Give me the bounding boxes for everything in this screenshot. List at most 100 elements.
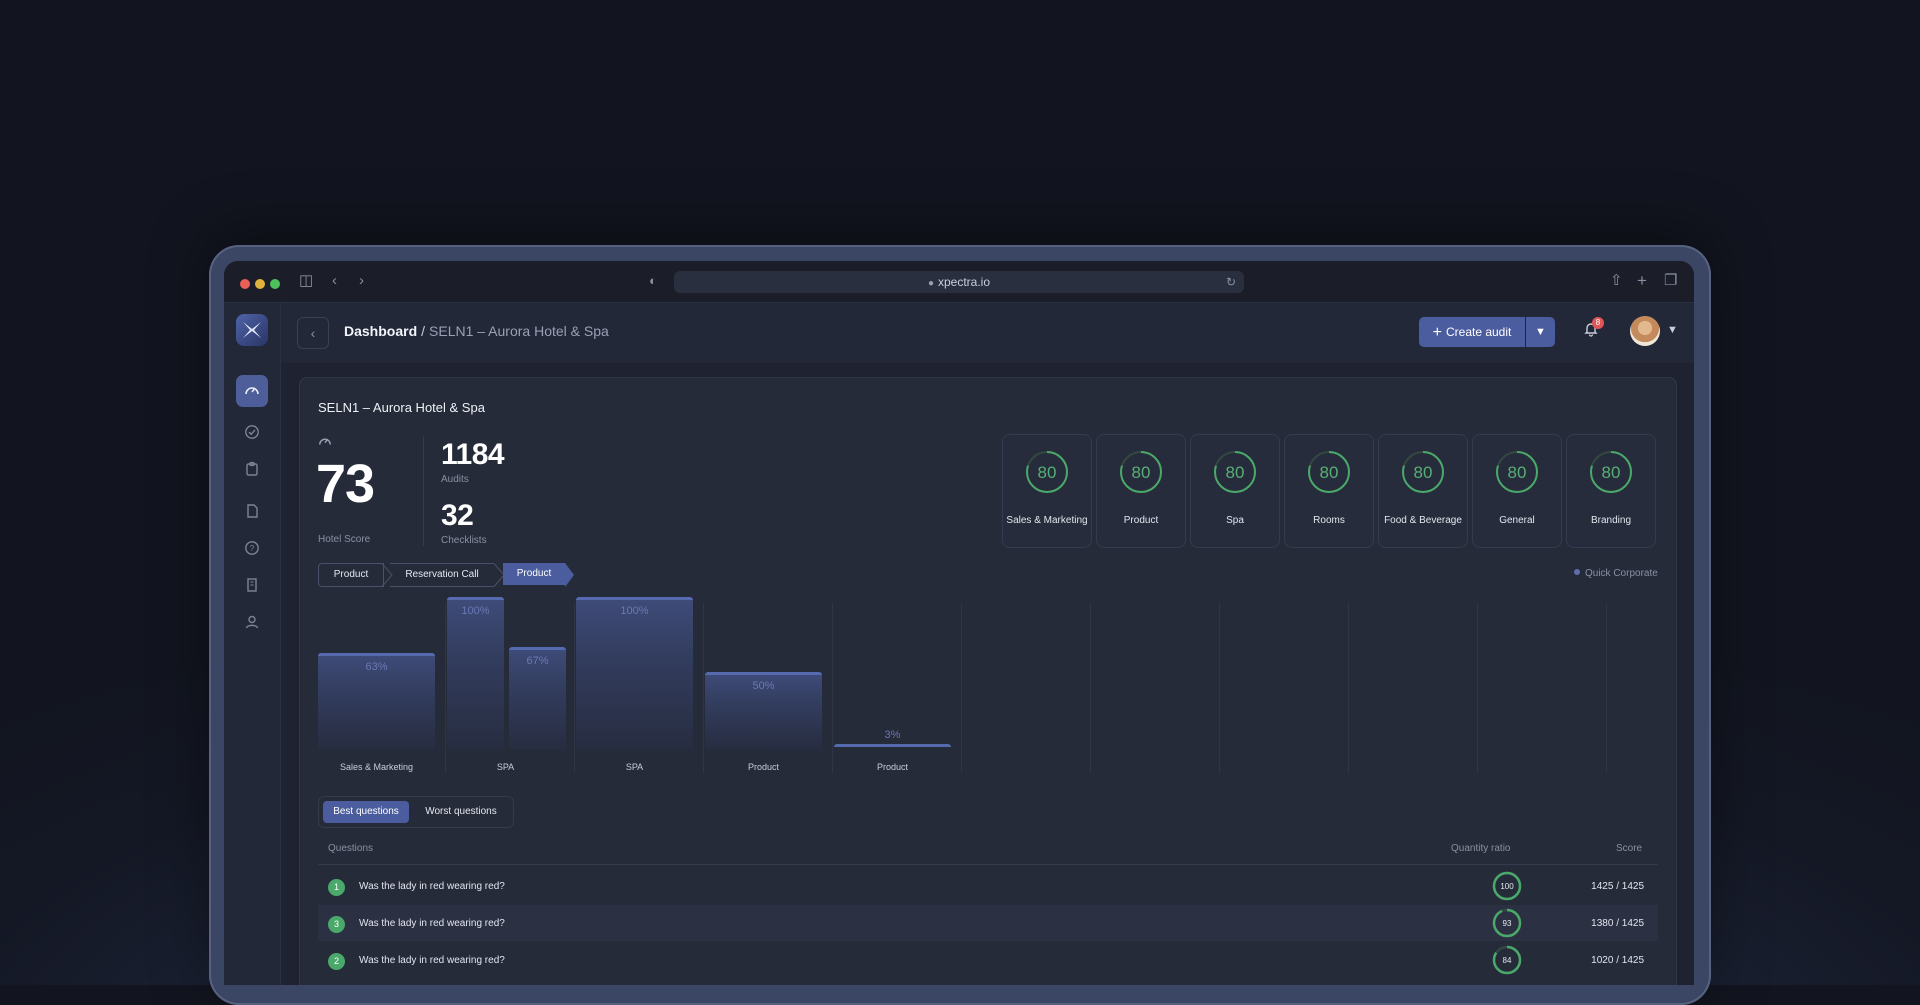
address-bar[interactable]: ● xpectra.io ↻	[674, 271, 1244, 293]
table-row[interactable]: 3 Was the lady in red wearing red? 93 1380 …	[318, 905, 1658, 941]
audits-count: 1184	[441, 438, 505, 471]
close-window-button[interactable]	[240, 279, 250, 289]
chevron-left-icon: ‹	[310, 325, 316, 341]
category-name: Food & Beverage	[1384, 515, 1462, 526]
category-score: 80	[1131, 463, 1151, 482]
maximize-window-button[interactable]	[270, 279, 280, 289]
rank-badge: 2	[328, 953, 345, 970]
category-tile[interactable]: 80 General	[1472, 434, 1562, 548]
back-button[interactable]: ‹	[297, 317, 329, 349]
audits-label: Audits	[441, 474, 469, 485]
chart-gridline	[1219, 603, 1220, 773]
tab-best-questions[interactable]: Best questions	[323, 801, 409, 823]
category-tile[interactable]: 80 Rooms	[1284, 434, 1374, 548]
share-icon[interactable]: ⇧	[1610, 271, 1623, 291]
ratio-value: 100	[1500, 882, 1514, 891]
account-chevron-down-icon[interactable]: ▼	[1667, 324, 1678, 336]
category-name: Spa	[1226, 515, 1244, 526]
chart-gridline	[1090, 603, 1091, 773]
nav-help[interactable]: ?	[236, 533, 268, 565]
nav-hotels[interactable]	[236, 570, 268, 602]
forward-nav-icon[interactable]: ›	[359, 271, 364, 291]
category-tile[interactable]: 80 Sales & Marketing	[1002, 434, 1092, 548]
bar-value-label: 63%	[365, 660, 388, 673]
category-score: 80	[1319, 463, 1339, 482]
shield-icon[interactable]: ◐	[649, 271, 657, 291]
bar-value-label: 100%	[461, 605, 490, 617]
breadcrumb: Dashboard / SELN1 – Aurora Hotel & Spa	[344, 323, 609, 339]
category-name: Product	[1123, 515, 1159, 526]
chart-gridline	[703, 603, 704, 773]
bar-value-label: 100%	[620, 605, 649, 617]
user-avatar[interactable]	[1630, 316, 1660, 346]
chart-bar[interactable]	[576, 597, 693, 750]
category-tile[interactable]: 80 Spa	[1190, 434, 1280, 548]
score-gauge-icon	[318, 434, 332, 451]
svg-text:?: ?	[250, 544, 255, 553]
chevron-down-icon: ▼	[1535, 326, 1546, 338]
category-name: General	[1499, 515, 1535, 526]
category-tile[interactable]: 80 Product	[1096, 434, 1186, 548]
nav-checklists[interactable]	[236, 454, 268, 486]
nav-users[interactable]	[236, 607, 268, 639]
logo-mark-icon	[243, 322, 261, 338]
chart-gridline	[1477, 603, 1478, 773]
check-circle-icon	[245, 425, 259, 439]
hotel-score-value: 73	[316, 454, 375, 514]
nav-dashboard[interactable]	[236, 375, 268, 407]
minimize-window-button[interactable]	[255, 279, 265, 289]
browser-titlebar: ◫ ‹ › ◐ ● xpectra.io ↻ ⇧ + ❐	[224, 261, 1694, 303]
hotel-score-label: Hotel Score	[318, 534, 371, 545]
create-audit-button[interactable]: + Create audit	[1419, 317, 1525, 347]
new-tab-icon[interactable]: +	[1637, 271, 1647, 291]
create-audit-label: Create audit	[1445, 325, 1512, 339]
reload-icon[interactable]: ↻	[1226, 271, 1236, 293]
rank-badge: 1	[328, 879, 345, 896]
category-axis-label: Product	[876, 762, 909, 772]
breadcrumb-separator: /	[421, 323, 426, 339]
tab-worst-questions[interactable]: Worst questions	[415, 801, 507, 823]
app-topbar: ‹ Dashboard / SELN1 – Aurora Hotel & Spa +…	[281, 303, 1694, 363]
nav-reports[interactable]	[236, 496, 268, 528]
category-name: Rooms	[1313, 515, 1345, 526]
breadcrumb-root[interactable]: Dashboard	[344, 323, 417, 339]
column-score: Score	[1616, 843, 1643, 854]
step-reservation-call[interactable]: Reservation Call	[390, 563, 494, 587]
category-tile[interactable]: 80 Branding	[1566, 434, 1656, 548]
create-audit-dropdown[interactable]: ▼	[1526, 317, 1555, 347]
rank-badge: 3	[328, 916, 345, 933]
lock-icon: ●	[927, 278, 934, 289]
browser-window: ◫ ‹ › ◐ ● xpectra.io ↻ ⇧ + ❐ ? ‹ Dashboa…	[224, 261, 1694, 985]
chart-gridline	[961, 603, 962, 773]
app-logo[interactable]	[236, 314, 268, 346]
step-product-1[interactable]: Product	[318, 563, 384, 587]
category-score: 80	[1413, 463, 1433, 482]
chart-bar[interactable]	[834, 744, 951, 747]
ratio-value: 93	[1502, 919, 1512, 928]
chart-gridline	[832, 603, 833, 773]
question-text: Was the lady in red wearing red?	[359, 918, 505, 929]
bar-value-label: 3%	[884, 729, 901, 741]
table-row[interactable]: 1 Was the lady in red wearing red? 100 1425…	[318, 868, 1658, 904]
ratio-value: 84	[1502, 956, 1512, 965]
question-text: Was the lady in red wearing red?	[359, 881, 505, 892]
chart-bar[interactable]	[447, 597, 504, 750]
category-name: Branding	[1590, 515, 1632, 526]
step-arrow-3	[565, 563, 574, 587]
step-product-2[interactable]: Product	[503, 563, 565, 585]
category-tile[interactable]: 80 Food & Beverage	[1378, 434, 1468, 548]
bar-value-label: 67%	[526, 654, 549, 667]
category-score: 80	[1037, 463, 1057, 482]
sidebar-toggle-icon[interactable]: ◫	[299, 271, 313, 291]
table-row[interactable]: 2 Was the lady in red wearing red? 84 1020 …	[318, 942, 1658, 978]
card-title: SELN1 – Aurora Hotel & Spa	[318, 400, 485, 415]
checklists-label: Checklists	[441, 535, 487, 546]
category-name: Sales & Marketing	[1006, 515, 1088, 526]
stats-divider	[423, 436, 424, 546]
nav-audits[interactable]	[236, 417, 268, 449]
breadcrumb-current: SELN1 – Aurora Hotel & Spa	[429, 323, 609, 339]
tabs-overview-icon[interactable]: ❐	[1664, 271, 1677, 291]
category-axis-label: SPA	[625, 762, 644, 772]
back-nav-icon[interactable]: ‹	[332, 271, 337, 291]
category-score: 80	[1601, 463, 1621, 482]
